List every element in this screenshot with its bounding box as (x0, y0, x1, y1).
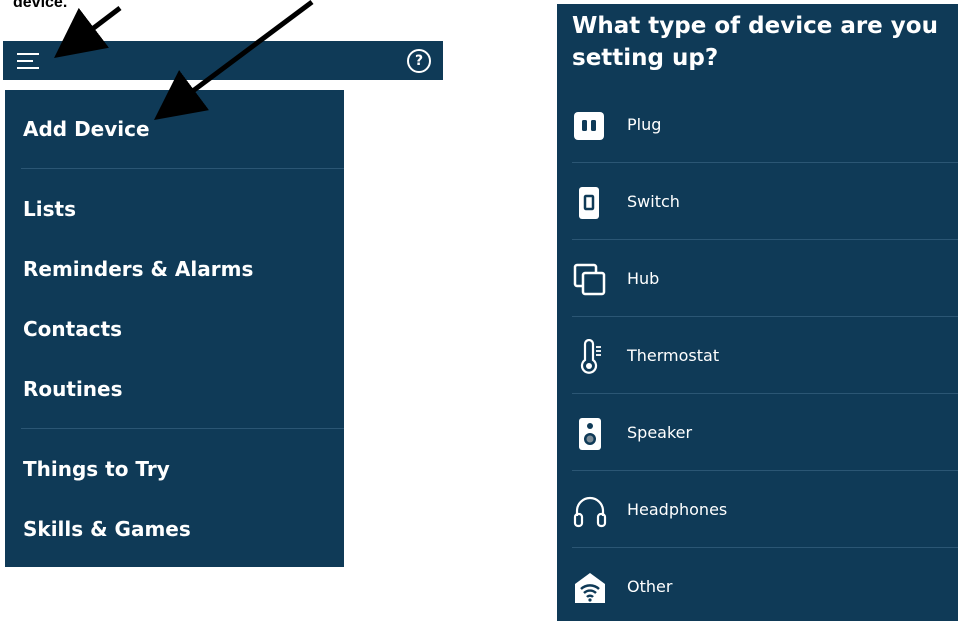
menu-item-things-to-try[interactable]: Things to Try (23, 457, 170, 481)
device-type-title: What type of device are you setting up? (572, 13, 938, 71)
hamburger-menu-icon[interactable] (17, 49, 43, 71)
menu-item-skills-games[interactable]: Skills & Games (23, 517, 191, 541)
menu-divider (21, 428, 344, 429)
device-type-panel: What type of device are you setting up? … (557, 4, 958, 621)
device-option-label: Speaker (627, 423, 693, 442)
menu-item-routines[interactable]: Routines (23, 377, 123, 401)
device-option-switch[interactable]: Switch (557, 163, 958, 240)
menu-item-contacts[interactable]: Contacts (23, 317, 122, 341)
menu-item-reminders-alarms[interactable]: Reminders & Alarms (23, 257, 253, 281)
side-menu: Add Device Lists Reminders & Alarms Cont… (5, 90, 344, 567)
device-option-label: Hub (627, 269, 660, 288)
device-option-label: Headphones (627, 500, 728, 519)
device-option-label: Plug (627, 115, 662, 134)
caption-text: device. (13, 0, 68, 11)
menu-divider (21, 168, 344, 169)
help-icon[interactable]: ? (407, 49, 431, 73)
app-top-bar: ? (3, 41, 443, 80)
wifi-home-icon (575, 573, 605, 603)
hub-icon (573, 263, 606, 296)
device-option-thermostat[interactable]: Thermostat (557, 317, 958, 394)
device-option-label: Switch (627, 192, 680, 211)
device-option-other[interactable]: Other (557, 548, 958, 621)
device-option-label: Other (627, 577, 673, 596)
device-option-label: Thermostat (627, 346, 720, 365)
speaker-icon (579, 418, 601, 450)
thermostat-icon (580, 339, 601, 374)
device-option-hub[interactable]: Hub (557, 240, 958, 317)
switch-icon (579, 187, 599, 219)
device-option-plug[interactable]: Plug (557, 86, 958, 163)
headphones-icon (573, 496, 607, 528)
device-option-headphones[interactable]: Headphones (557, 471, 958, 548)
menu-item-add-device[interactable]: Add Device (23, 117, 150, 141)
device-option-speaker[interactable]: Speaker (557, 394, 958, 471)
menu-item-lists[interactable]: Lists (23, 197, 76, 221)
plug-icon (574, 112, 604, 140)
